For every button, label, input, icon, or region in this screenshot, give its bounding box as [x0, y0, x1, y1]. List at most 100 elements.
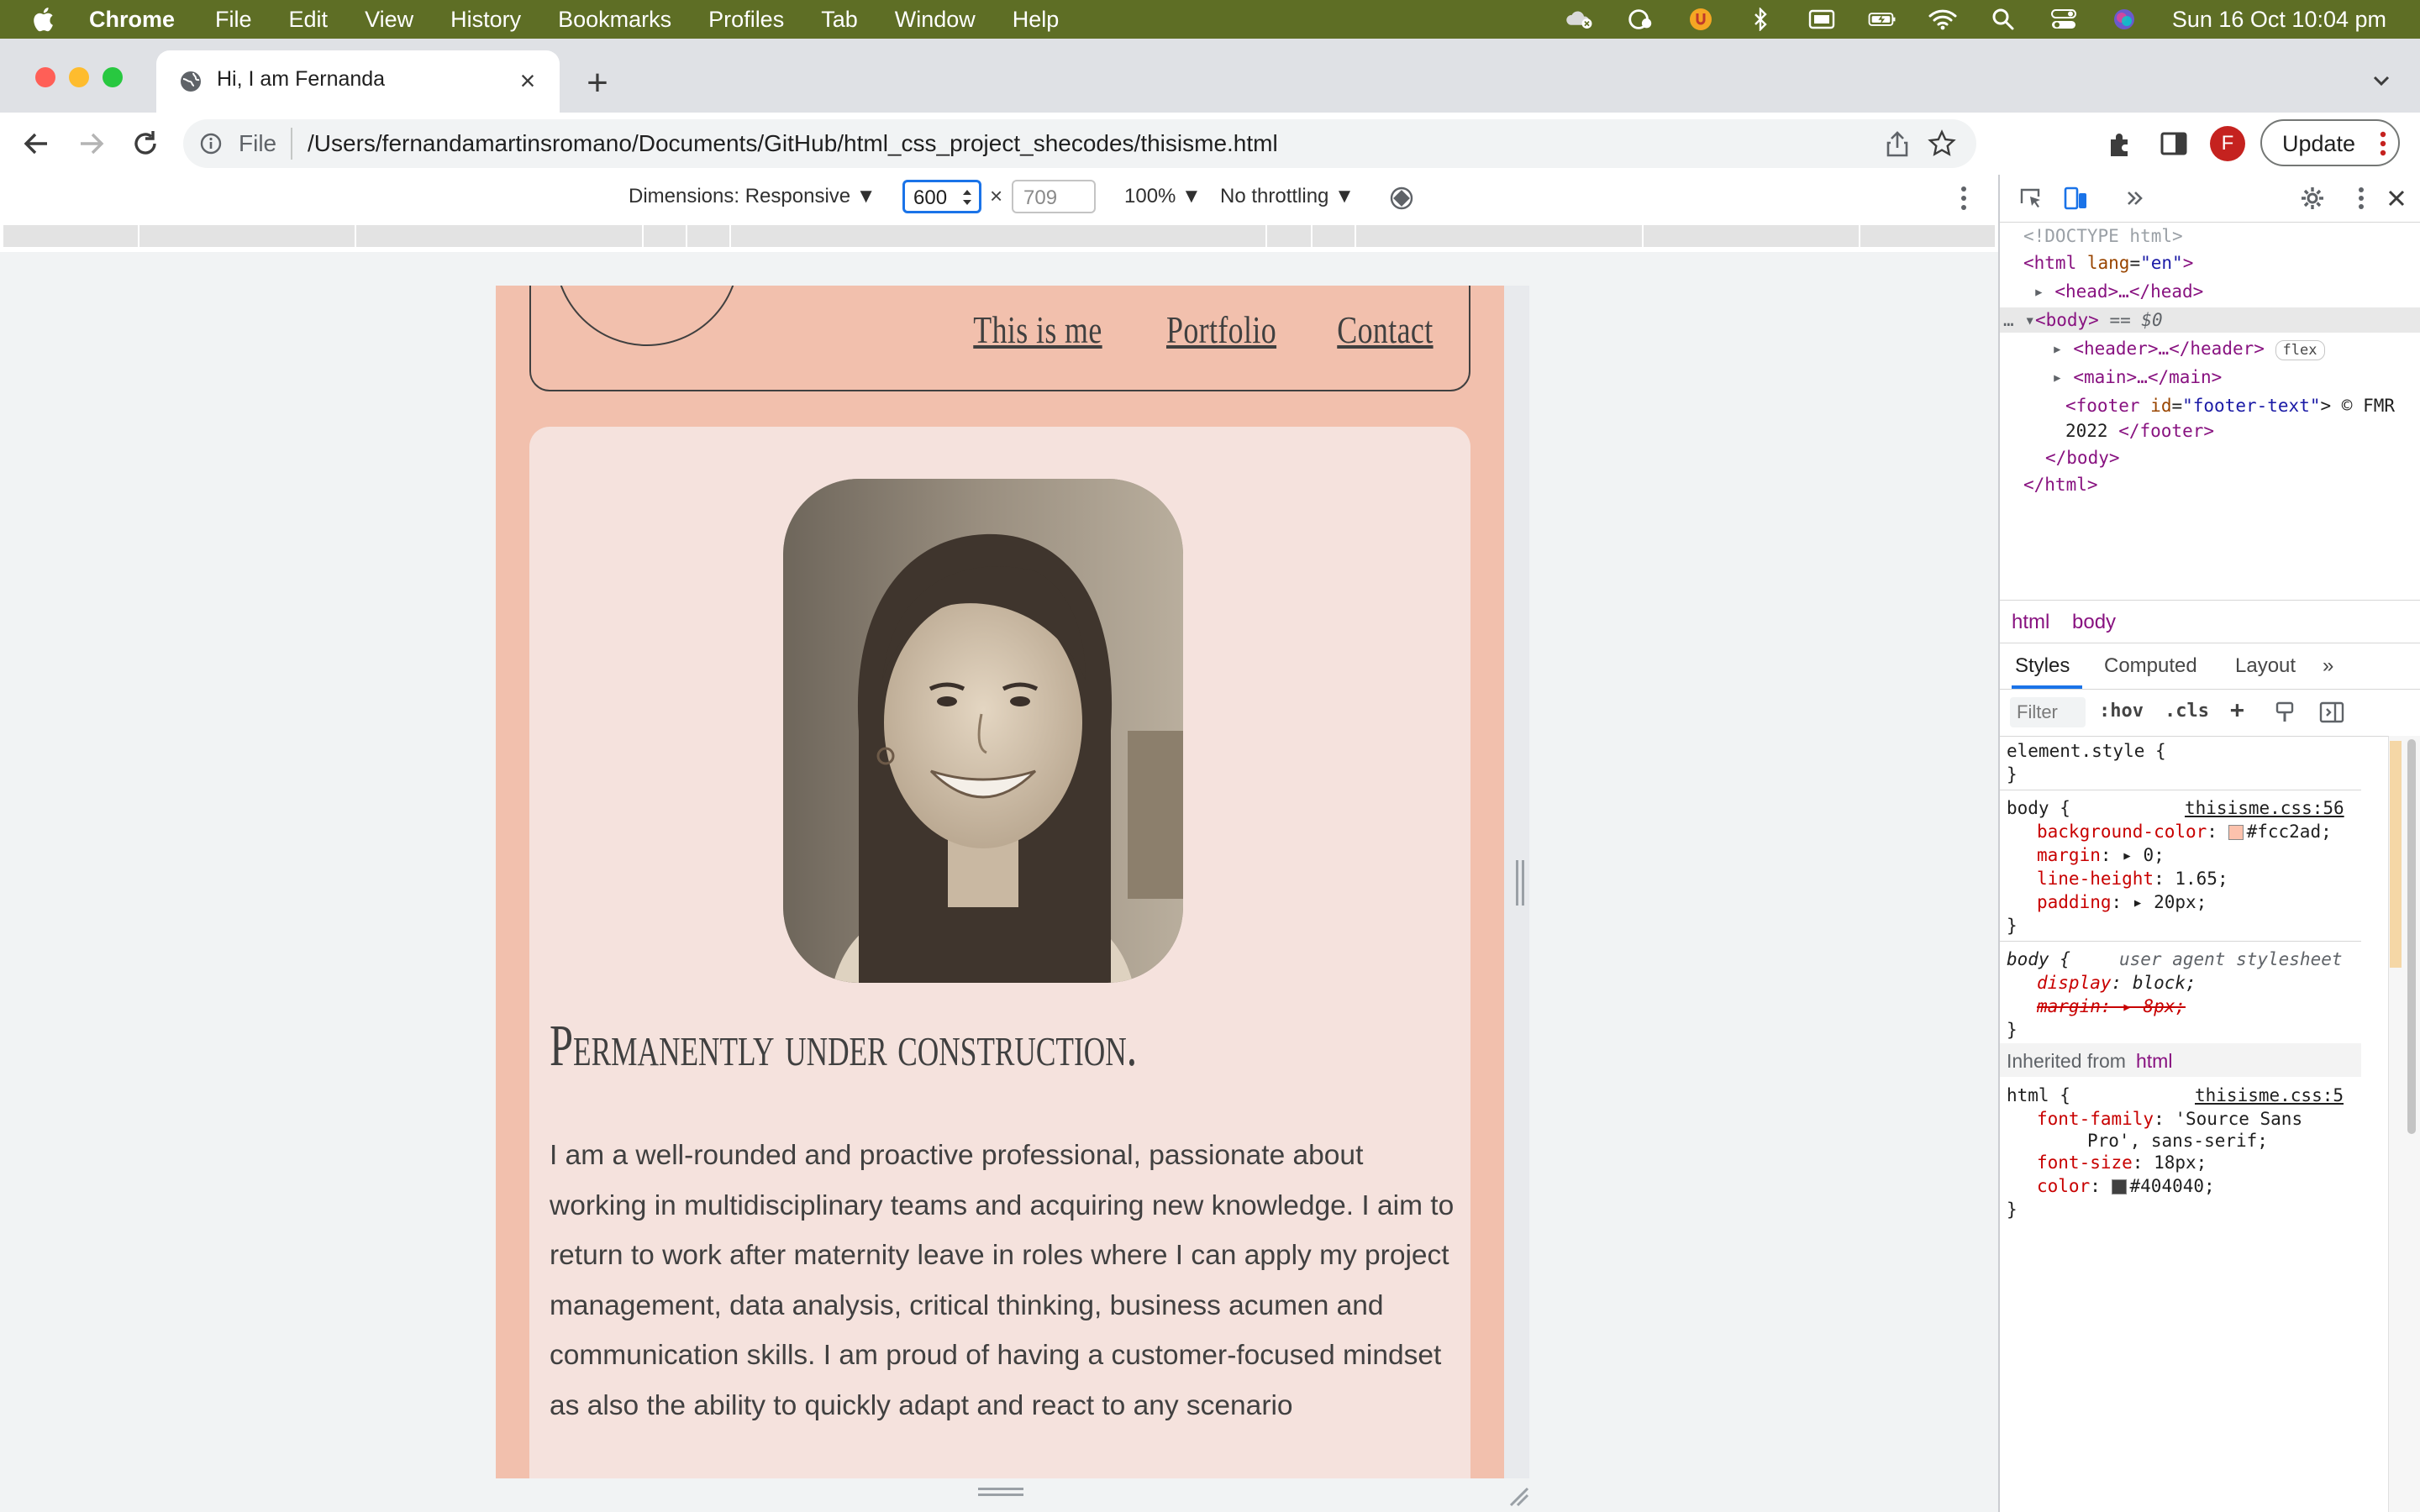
share-icon[interactable] — [1884, 129, 1911, 158]
dom-body-selected[interactable]: … ▾<body> == $0 — [2000, 307, 2420, 333]
dom-html-open[interactable]: <html lang="en"> — [2023, 250, 2193, 276]
wifi-icon[interactable] — [1928, 8, 1957, 31]
window-zoom-button[interactable] — [103, 67, 123, 87]
rule-source-link[interactable]: thisisme.css:56 — [2185, 796, 2344, 820]
media-query-track[interactable] — [3, 225, 1995, 247]
more-tabs-chevron-icon[interactable]: » — [2323, 654, 2333, 678]
screen-time-icon[interactable] — [1626, 8, 1655, 31]
nav-link-contact[interactable]: Contact — [1338, 307, 1434, 352]
info-icon[interactable] — [198, 131, 224, 156]
menu-profiles[interactable]: Profiles — [708, 7, 784, 33]
amphetamine-icon[interactable] — [1686, 8, 1715, 31]
tab-layout[interactable]: Layout — [2235, 654, 2296, 678]
apple-logo-icon[interactable] — [32, 7, 54, 32]
inspect-element-icon[interactable] — [2017, 185, 2044, 212]
expand-triangle-icon[interactable]: ▸ — [2052, 367, 2063, 387]
color-swatch[interactable] — [2228, 825, 2244, 840]
more-panels-chevron-icon[interactable] — [2123, 185, 2149, 212]
zoom-dropdown[interactable]: 100% ▼ — [1124, 185, 1202, 208]
resize-handle-right-icon[interactable] — [1514, 860, 1526, 906]
spotlight-search-icon[interactable] — [1989, 8, 2018, 31]
viewport-width-input[interactable]: 600 — [902, 180, 981, 213]
inherited-tag-link[interactable]: html — [2136, 1050, 2172, 1073]
siri-icon[interactable] — [2110, 8, 2139, 31]
breadcrumb-html[interactable]: html — [2012, 611, 2049, 634]
expand-triangle-icon[interactable]: ▸ — [2052, 339, 2063, 359]
site-logo[interactable] — [555, 286, 739, 346]
media-query-bar[interactable] — [0, 222, 1998, 252]
menu-app-chrome[interactable]: Chrome — [89, 7, 175, 33]
throttling-dropdown[interactable]: No throttling ▼ — [1220, 185, 1355, 208]
close-devtools-icon[interactable] — [2383, 185, 2410, 212]
expand-triangle-icon[interactable]: ▸ — [2033, 281, 2044, 302]
device-more-kebab-icon[interactable] — [1960, 185, 1968, 212]
update-chrome-button[interactable]: Update — [2260, 119, 2400, 166]
color-swatch[interactable] — [2111, 1179, 2127, 1194]
resize-handle-bottom-icon[interactable] — [978, 1487, 1023, 1497]
devtools-menu-kebab-icon[interactable] — [2348, 185, 2375, 212]
back-arrow-icon[interactable] — [18, 126, 54, 161]
resize-corner-icon[interactable] — [1507, 1485, 1529, 1507]
display-icon[interactable] — [1807, 8, 1836, 31]
window-minimize-button[interactable] — [69, 67, 89, 87]
decl-font-size[interactable]: font-size: 18px; — [2037, 1151, 2207, 1174]
rotate-icon[interactable] — [1388, 185, 1415, 212]
tab-computed[interactable]: Computed — [2104, 654, 2197, 678]
class-toggle[interactable]: .cls — [2165, 701, 2209, 722]
styles-filter-input[interactable]: Filter — [2010, 697, 2086, 727]
dom-header[interactable]: ▸ <header>…</header> flex — [2052, 336, 2325, 361]
menubar-clock[interactable]: Sun 16 Oct 10:04 pm — [2172, 7, 2386, 33]
dom-doctype[interactable]: <!DOCTYPE html> — [2023, 223, 2183, 249]
dimensions-dropdown[interactable]: Dimensions: Responsive ▼ — [629, 185, 876, 208]
chrome-menu-kebab-icon[interactable] — [2380, 129, 2386, 158]
decl-line-height[interactable]: line-height: 1.65; — [2037, 867, 2228, 890]
decl-font-family[interactable]: font-family: 'Source Sans — [2037, 1107, 2302, 1131]
dom-footer-cont[interactable]: 2022 </footer> — [2065, 418, 2214, 444]
menu-view[interactable]: View — [365, 7, 413, 33]
breadcrumb-body[interactable]: body — [2072, 611, 2116, 634]
rule-source-link[interactable]: thisisme.css:5 — [2195, 1084, 2344, 1107]
decl-display[interactable]: display: block; — [2037, 971, 2196, 995]
forward-arrow-icon[interactable] — [74, 126, 109, 161]
decl-margin[interactable]: margin: ▸ 0; — [2037, 843, 2165, 867]
decl-margin-overridden[interactable]: margin: ▸ 8px; — [2037, 995, 2186, 1018]
cloud-sync-icon[interactable] — [1565, 8, 1594, 31]
dom-footer[interactable]: <footer id="footer-text"> © FMR — [2065, 393, 2395, 418]
menu-tab[interactable]: Tab — [821, 7, 858, 33]
settings-gear-icon[interactable] — [2299, 185, 2326, 212]
decl-background-color[interactable]: background-color: #fcc2ad; — [2037, 820, 2332, 843]
address-bar[interactable]: File /Users/fernandamartinsromano/Docume… — [183, 119, 1976, 168]
new-tab-button[interactable]: + — [576, 62, 618, 104]
hover-state-toggle[interactable]: :hov — [2099, 701, 2144, 722]
paint-bucket-icon[interactable] — [2274, 701, 2296, 724]
control-center-icon[interactable] — [2049, 8, 2078, 31]
menu-help[interactable]: Help — [1013, 7, 1060, 33]
collapse-triangle-icon[interactable]: ▾ — [2024, 310, 2035, 330]
ellipsis-icon[interactable]: … — [2003, 310, 2014, 330]
rule-body-selector[interactable]: body { — [2007, 796, 2070, 820]
browser-tab-active[interactable]: Hi, I am Fernanda × — [156, 50, 560, 113]
menu-edit[interactable]: Edit — [289, 7, 329, 33]
dom-head[interactable]: ▸ <head>…</head> — [2033, 279, 2203, 304]
dom-body-close[interactable]: </body> — [2045, 445, 2120, 470]
device-toggle-icon[interactable] — [2062, 185, 2089, 212]
tab-styles[interactable]: Styles — [2015, 654, 2070, 678]
reload-icon[interactable] — [128, 126, 163, 161]
new-rule-plus-icon[interactable]: + — [2230, 696, 2244, 723]
menu-bookmarks[interactable]: Bookmarks — [558, 7, 671, 33]
dom-html-close[interactable]: </html> — [2023, 472, 2098, 497]
menu-window[interactable]: Window — [895, 7, 976, 33]
menu-file[interactable]: File — [215, 7, 252, 33]
rule-html-selector[interactable]: html { — [2007, 1084, 2070, 1107]
spinner-icon[interactable] — [962, 187, 972, 207]
rule-ua-body-selector[interactable]: body { — [2007, 948, 2070, 971]
side-panel-icon[interactable] — [2158, 128, 2190, 160]
decl-padding[interactable]: padding: ▸ 20px; — [2037, 890, 2207, 914]
nav-link-this-is-me[interactable]: This is me — [973, 307, 1102, 352]
dom-main[interactable]: ▸ <main>…</main> — [2052, 365, 2222, 390]
window-close-button[interactable] — [35, 67, 55, 87]
extensions-puzzle-icon[interactable] — [2104, 128, 2136, 160]
url-text[interactable]: /Users/fernandamartinsromano/Documents/G… — [308, 130, 1278, 157]
bluetooth-icon[interactable] — [1747, 8, 1776, 31]
scrollbar-thumb[interactable] — [2407, 739, 2416, 1134]
